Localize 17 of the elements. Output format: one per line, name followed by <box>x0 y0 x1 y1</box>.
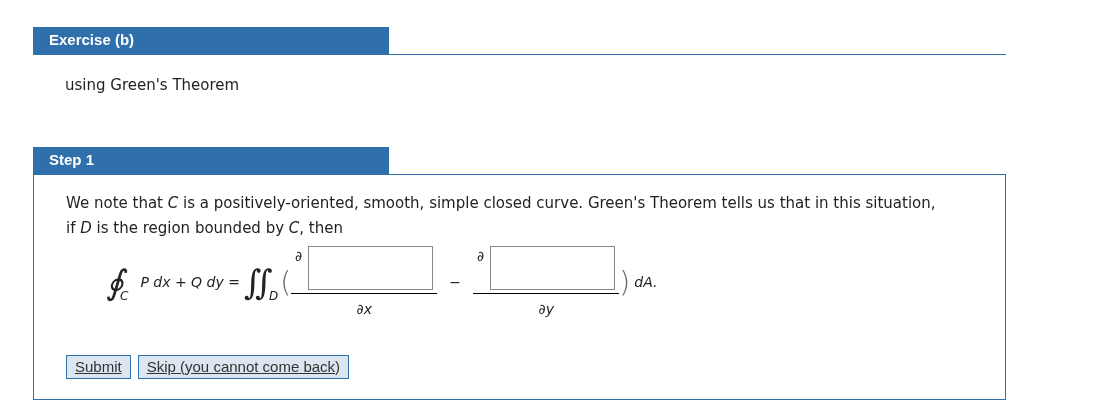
parenthesis: ( <box>280 264 292 301</box>
parenthesis: ) <box>619 264 631 301</box>
step-text: We note that C is a positively-oriented, smooth, simple closed curve. Green's Theorem tells us that in this situation, if D is the region bounded by C, then <box>66 192 937 239</box>
minus-sign: − <box>449 273 462 292</box>
partial-symbol: ∂ <box>477 246 485 266</box>
answer-box[interactable] <box>308 245 434 290</box>
section-header: Step 1 <box>33 147 389 174</box>
exercise-text: using Green's Theorem <box>65 74 240 96</box>
partial-symbol: ∂ <box>295 246 303 266</box>
math-expression: dA. <box>634 273 658 292</box>
denominator: ∂y <box>538 299 554 319</box>
skip-button[interactable]: Skip (you cannot come back) <box>137 354 350 379</box>
denominator: ∂x <box>356 299 372 319</box>
math-expression: P dx + Q dy = <box>140 273 240 292</box>
answer-box[interactable] <box>490 245 616 290</box>
section-header: Exercise (b) <box>33 27 389 54</box>
submit-button[interactable]: Submit <box>66 354 131 379</box>
